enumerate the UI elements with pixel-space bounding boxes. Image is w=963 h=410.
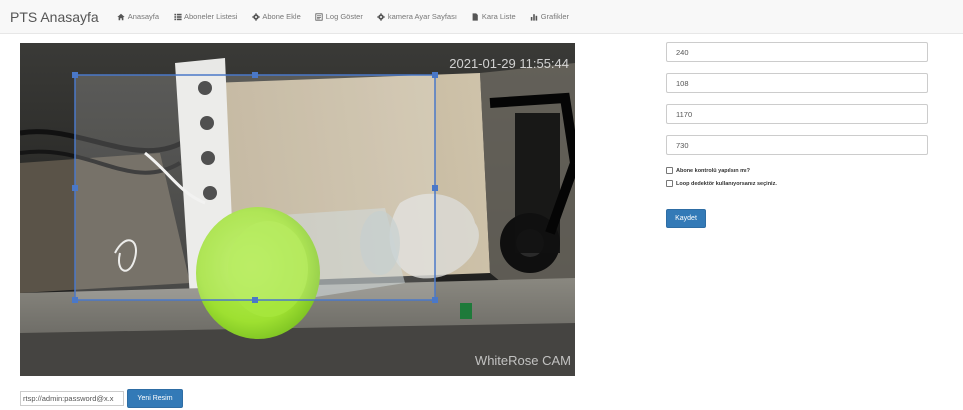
roi-settings-form: Abone kontrolü yapılsın mı? Loop dedektö…	[666, 42, 928, 228]
nav-home-label: Anasayfa	[127, 12, 159, 21]
roi-x-input[interactable]	[666, 42, 928, 62]
nav-charts[interactable]: Grafikler	[530, 12, 569, 21]
subscriber-checkbox[interactable]	[666, 167, 673, 174]
camera-scene-image	[20, 43, 575, 376]
nav-show-log-label: Log Göster	[325, 12, 363, 21]
gear-icon	[377, 12, 386, 21]
nav-home[interactable]: Anasayfa	[117, 12, 159, 21]
list-icon	[173, 12, 182, 21]
bar-chart-icon	[530, 12, 539, 21]
stream-controls: Yeni Resim	[20, 389, 183, 408]
camera-snapshot[interactable]: 2021-01-29 11:55:44 WhiteRose CAM	[20, 43, 575, 376]
brand-link[interactable]: PTS Anasayfa	[10, 9, 99, 25]
nav-show-log[interactable]: Log Göster	[315, 12, 363, 21]
rtsp-url-input[interactable]	[20, 391, 124, 406]
nav-camera-settings[interactable]: kamera Ayar Sayfası	[377, 12, 457, 21]
top-navbar: PTS Anasayfa Anasayfa Aboneler Listesi A…	[0, 0, 963, 34]
camera-watermark: WhiteRose CAM	[474, 353, 571, 368]
nav-add-subscriber-label: Abone Ekle	[262, 12, 301, 21]
roi-width-input[interactable]	[666, 104, 928, 124]
file-icon	[471, 12, 480, 21]
loop-check-label: Loop dedektör kullanıyorsanız seçiniz.	[676, 180, 777, 187]
home-icon	[117, 12, 126, 21]
nav-camera-settings-label: kamera Ayar Sayfası	[387, 12, 457, 21]
loop-check-row[interactable]: Loop dedektör kullanıyorsanız seçiniz.	[666, 179, 928, 188]
roi-y-input[interactable]	[666, 73, 928, 93]
loop-detector-checkbox[interactable]	[666, 180, 673, 187]
nav-blacklist[interactable]: Kara Liste	[471, 12, 516, 21]
save-button[interactable]: Kaydet	[666, 209, 706, 228]
nav-subscribers-list-label: Aboneler Listesi	[184, 12, 238, 21]
roi-height-input[interactable]	[666, 135, 928, 155]
subscriber-check-row[interactable]: Abone kontrolü yapılsın mı?	[666, 166, 928, 175]
nav-blacklist-label: Kara Liste	[481, 12, 516, 21]
new-image-button[interactable]: Yeni Resim	[127, 389, 183, 408]
nav-subscribers-list[interactable]: Aboneler Listesi	[173, 12, 237, 21]
subscriber-check-label: Abone kontrolü yapılsın mı?	[676, 167, 750, 174]
nav-charts-label: Grafikler	[540, 12, 570, 21]
camera-timestamp: 2021-01-29 11:55:44	[449, 56, 569, 71]
log-icon	[315, 12, 324, 21]
gear-icon	[251, 12, 260, 21]
nav-add-subscriber[interactable]: Abone Ekle	[251, 12, 301, 21]
